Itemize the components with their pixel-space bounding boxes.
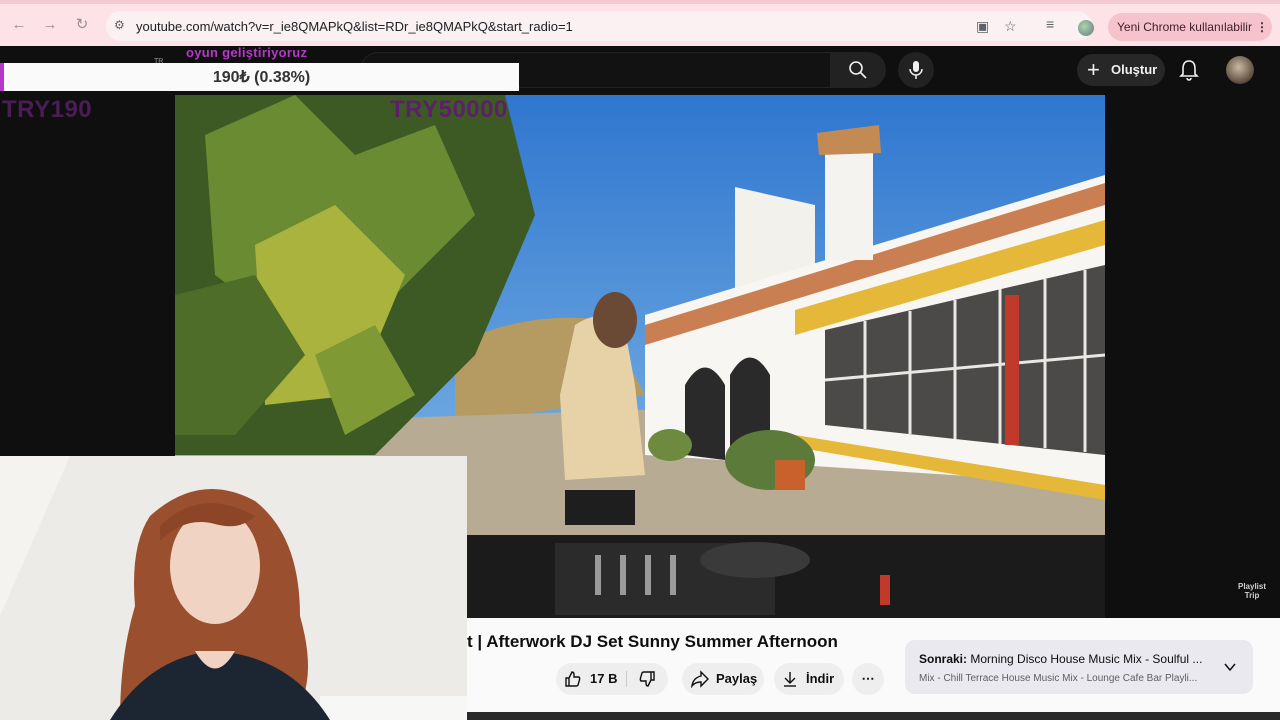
chrome-menu-icon[interactable]: ⋮ [1256, 13, 1268, 41]
stream-overlay-caption: oyun geliştiriyoruz [186, 45, 308, 60]
more-horizontal-icon: ⋯ [861, 671, 875, 686]
install-app-icon[interactable]: ▣ [976, 18, 989, 35]
voice-search-button[interactable] [898, 52, 934, 88]
webcam-scene [0, 456, 467, 720]
donation-goal-start: TRY190 [2, 96, 93, 123]
like-count[interactable]: 17 B [590, 663, 617, 695]
download-label: İndir [806, 671, 835, 686]
like-divider [626, 671, 627, 687]
notifications-bell-icon[interactable] [1178, 58, 1200, 82]
more-actions-button[interactable]: ⋯ [852, 663, 884, 695]
player-letterbox-right [1105, 95, 1280, 618]
download-icon [784, 672, 796, 687]
dislike-thumb-icon[interactable] [638, 670, 656, 688]
donation-amount-text: 190₺ (0.38%) [212, 69, 311, 86]
video-title: t | Afterwork DJ Set Sunny Summer Aftern… [467, 632, 838, 651]
channel-watermark: Playlist Trip [1237, 582, 1266, 600]
reload-icon[interactable]: ↻ [70, 13, 94, 37]
donation-goal-bar: 190₺ (0.38%) [0, 63, 519, 91]
up-next-prefix: Sonraki: [919, 652, 968, 666]
chrome-update-label: Yeni Chrome kullanılabilir [1117, 20, 1252, 34]
download-button[interactable]: İndir [774, 663, 844, 695]
address-bar[interactable]: ⚙ youtube.com/watch?v=r_ie8QMAPkQ&list=R… [106, 11, 1092, 41]
page-bottom-strip [467, 712, 1280, 720]
back-icon[interactable]: ← [7, 13, 31, 37]
chevron-down-icon[interactable] [1223, 660, 1237, 674]
share-arrow-icon [691, 670, 709, 688]
bookmark-star-icon[interactable]: ☆ [1004, 18, 1017, 35]
chrome-update-button[interactable]: Yeni Chrome kullanılabilir ⋮ [1108, 13, 1272, 41]
donation-goal-end: TRY50000 [390, 96, 508, 123]
search-button[interactable] [830, 52, 886, 88]
forward-icon[interactable]: → [38, 13, 62, 37]
microphone-icon [909, 61, 923, 79]
site-info-icon[interactable]: ⚙ [114, 18, 125, 32]
share-label: Paylaş [716, 671, 758, 686]
up-next-title: Sonraki: Morning Disco House Music Mix -… [919, 652, 1219, 666]
up-next-subtitle: Mix - Chill Terrace House Music Mix - Lo… [919, 673, 1198, 684]
up-next-card[interactable]: Sonraki: Morning Disco House Music Mix -… [905, 640, 1253, 694]
account-avatar[interactable] [1226, 56, 1254, 84]
reading-list-icon[interactable]: ≡ [1046, 16, 1054, 32]
share-button[interactable]: Paylaş [682, 663, 764, 695]
up-next-video-title: Morning Disco House Music Mix - Soulful … [970, 652, 1203, 666]
browser-toolbar: ← → ↻ ⚙ youtube.com/watch?v=r_ie8QMAPkQ&… [0, 0, 1280, 46]
like-dislike-group: 17 B [556, 663, 668, 695]
chrome-profile-icon[interactable] [1078, 20, 1094, 36]
url-text: youtube.com/watch?v=r_ie8QMAPkQ&list=RDr… [136, 19, 573, 34]
webcam-overlay [0, 456, 467, 720]
plus-icon: + [1087, 57, 1100, 82]
like-thumb-icon[interactable] [564, 670, 582, 688]
search-icon [849, 61, 867, 79]
create-label: Oluştur [1111, 62, 1158, 77]
create-button[interactable]: + Oluştur [1077, 54, 1165, 86]
